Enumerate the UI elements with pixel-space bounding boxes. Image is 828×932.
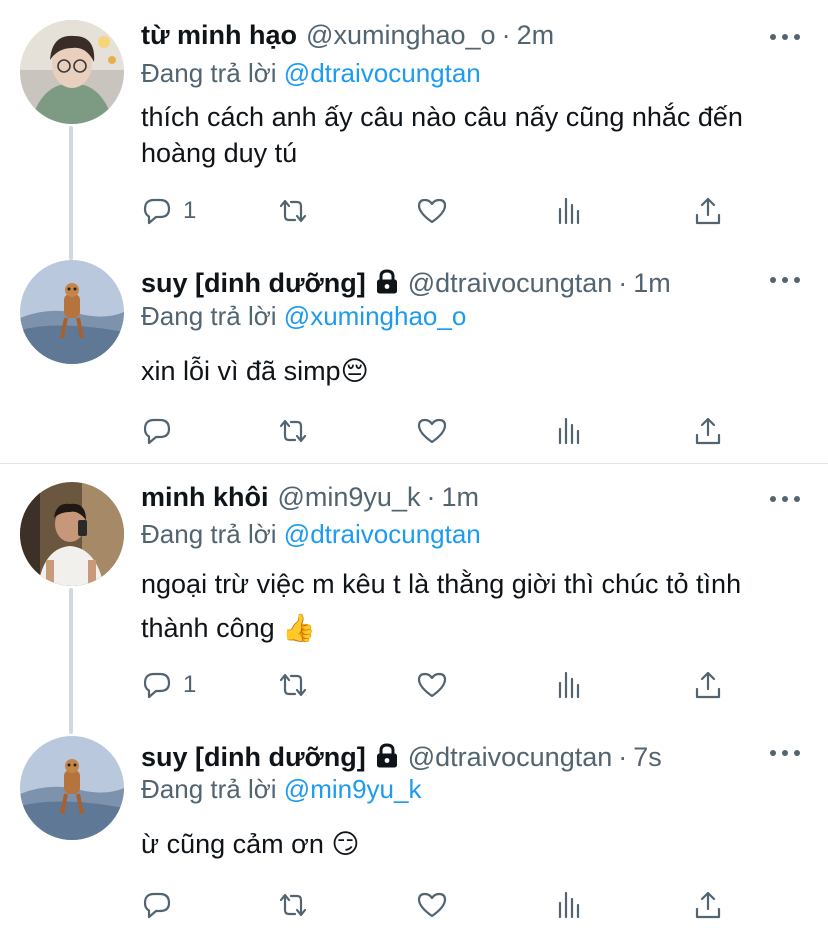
like-button[interactable] — [416, 668, 448, 702]
views-icon — [558, 671, 580, 699]
share-button[interactable] — [692, 194, 724, 228]
reply-count: 1 — [183, 197, 197, 224]
replying-to: Đang trả lời @xuminghao_o — [141, 301, 466, 332]
separator: · — [618, 742, 628, 772]
tweet-header: minh khôi @min9yu_k · 1m — [141, 482, 768, 516]
replying-label: Đang trả lời — [141, 519, 277, 549]
reply-icon — [143, 198, 171, 225]
display-name[interactable]: từ minh hạo — [141, 20, 297, 51]
reply-icon — [143, 418, 171, 445]
tweet[interactable]: suy [dinh dưỡng] @dtraivocungtan · 7s Đa… — [0, 726, 828, 932]
reply-to-link[interactable]: @dtraivocungtan — [284, 58, 481, 88]
views-icon — [558, 197, 580, 225]
views-icon — [558, 417, 580, 445]
timestamp[interactable]: 2m — [517, 20, 555, 51]
views-icon — [558, 891, 580, 919]
display-name[interactable]: suy [dinh dưỡng] — [141, 268, 366, 299]
tweet-text: ngoại trừ việc m kêu t là thằng giời thì… — [141, 569, 742, 643]
reply-to-link[interactable]: @xuminghao_o — [284, 301, 467, 331]
reply-icon — [143, 672, 171, 699]
reply-button[interactable]: 1 — [141, 668, 196, 702]
more-icon[interactable] — [770, 748, 800, 758]
replying-label: Đang trả lời — [141, 301, 277, 331]
handle[interactable]: @dtraivocungtan — [408, 268, 613, 299]
tweet-text: ừ cũng cảm ơn 😏 — [141, 829, 360, 859]
views-button[interactable] — [554, 414, 586, 448]
share-button[interactable] — [692, 414, 724, 448]
handle[interactable]: @dtraivocungtan — [408, 742, 613, 773]
views-button[interactable] — [554, 888, 586, 922]
like-icon — [417, 198, 447, 224]
share-button[interactable] — [692, 668, 724, 702]
more-icon[interactable] — [770, 32, 800, 42]
reply-to-link[interactable]: @dtraivocungtan — [284, 519, 481, 549]
reply-button[interactable] — [141, 888, 183, 922]
more-icon[interactable] — [770, 494, 800, 504]
retweet-icon — [279, 893, 307, 917]
share-icon — [695, 197, 721, 225]
timestamp[interactable]: 1m — [441, 482, 479, 513]
avatar[interactable] — [20, 260, 124, 364]
separator: · — [618, 268, 628, 298]
tweet-header: từ minh hạo @xuminghao_o · 2m — [141, 20, 768, 54]
replying-label: Đang trả lời — [141, 58, 277, 88]
handle[interactable]: @xuminghao_o — [306, 20, 496, 51]
display-name[interactable]: minh khôi — [141, 482, 269, 513]
like-button[interactable] — [416, 888, 448, 922]
replying-label: Đang trả lời — [141, 774, 277, 804]
retweet-button[interactable] — [277, 194, 309, 228]
retweet-button[interactable] — [277, 888, 309, 922]
tweet[interactable]: từ minh hạo @xuminghao_o · 2m Đang trả l… — [0, 0, 828, 250]
separator: · — [426, 482, 436, 512]
avatar[interactable] — [20, 20, 124, 124]
tweet-header: suy [dinh dưỡng] @dtraivocungtan · 7s — [141, 740, 768, 774]
replying-to: Đang trả lời @dtraivocungtan — [141, 58, 481, 89]
reply-icon — [143, 892, 171, 919]
retweet-icon — [279, 673, 307, 697]
like-icon — [417, 892, 447, 918]
avatar[interactable] — [20, 736, 124, 840]
share-icon — [695, 417, 721, 445]
like-icon — [417, 672, 447, 698]
avatar[interactable] — [20, 482, 124, 586]
replying-to: Đang trả lời @min9yu_k — [141, 774, 421, 805]
share-icon — [695, 671, 721, 699]
action-bar: 1 — [141, 194, 731, 228]
retweet-icon — [279, 199, 307, 223]
share-button[interactable] — [692, 888, 724, 922]
tweet-text: thích cách anh ấy câu nào câu nấy cũng n… — [141, 102, 743, 168]
tweet-text: xin lỗi vì đã simp😔 — [141, 356, 369, 386]
reply-to-link[interactable]: @min9yu_k — [284, 774, 422, 804]
replying-to: Đang trả lời @dtraivocungtan — [141, 519, 481, 550]
lock-icon — [375, 743, 399, 769]
like-icon — [417, 418, 447, 444]
reply-button[interactable]: 1 — [141, 194, 196, 228]
action-bar — [141, 414, 731, 448]
like-button[interactable] — [416, 414, 448, 448]
separator: · — [501, 20, 511, 50]
like-button[interactable] — [416, 194, 448, 228]
tweet-header: suy [dinh dưỡng] @dtraivocungtan · 1m — [141, 266, 768, 300]
action-bar: 1 — [141, 668, 731, 702]
reply-button[interactable] — [141, 414, 183, 448]
handle[interactable]: @min9yu_k — [278, 482, 421, 513]
retweet-icon — [279, 419, 307, 443]
more-icon[interactable] — [770, 275, 800, 285]
views-button[interactable] — [554, 668, 586, 702]
timestamp[interactable]: 7s — [633, 742, 662, 773]
views-button[interactable] — [554, 194, 586, 228]
display-name[interactable]: suy [dinh dưỡng] — [141, 742, 366, 773]
reply-count: 1 — [183, 671, 197, 698]
retweet-button[interactable] — [277, 414, 309, 448]
share-icon — [695, 891, 721, 919]
action-bar — [141, 888, 731, 922]
retweet-button[interactable] — [277, 668, 309, 702]
lock-icon — [375, 269, 399, 295]
timestamp[interactable]: 1m — [633, 268, 671, 299]
tweet[interactable]: suy [dinh dưỡng] @dtraivocungtan · 1m Đa… — [0, 250, 828, 462]
tweet[interactable]: minh khôi @min9yu_k · 1m Đang trả lời @d… — [0, 464, 828, 726]
